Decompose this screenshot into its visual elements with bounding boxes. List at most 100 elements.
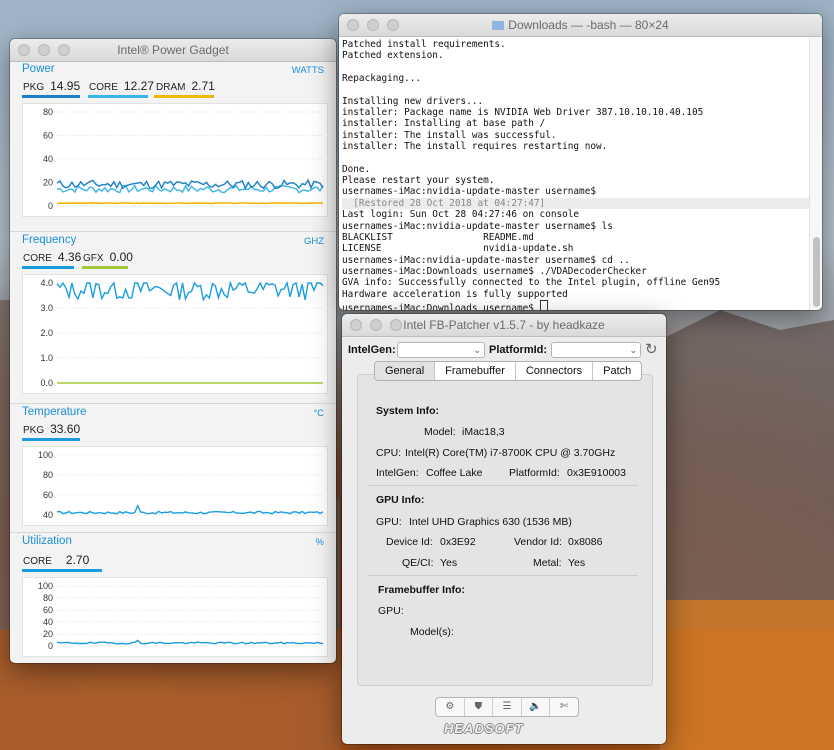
core-utilization-bar [22, 569, 102, 572]
tick-label: 60 [43, 490, 53, 500]
series-line [56, 280, 324, 302]
list-icon[interactable]: ☰ [493, 698, 522, 716]
pkg-power-bar [22, 95, 80, 98]
terminal-line: installer: Package name is NVIDIA Web Dr… [342, 107, 704, 119]
close-button[interactable] [350, 319, 362, 331]
platformid-info-value: 0x3E910003 [567, 467, 626, 479]
minimize-button[interactable] [367, 19, 379, 31]
window-title: Intel FB-Patcher v1.5.7 - by headkaze [403, 318, 605, 332]
general-panel: System Info: Model: iMac18,3 CPU: Intel(… [357, 374, 653, 686]
power-gadget-titlebar: Intel® Power Gadget [10, 39, 336, 62]
terminal-scrollbar[interactable] [809, 37, 822, 310]
metal-label: Metal: [533, 557, 562, 569]
qeci-label: QE/CI: [402, 557, 434, 569]
frequency-unit: GHZ [303, 236, 324, 247]
frequency-section: Frequency GHZ CORE 4.36 GFX 0.00 4.0 3.0 2.0… [10, 232, 336, 402]
tab-framebuffer[interactable]: Framebuffer [435, 362, 516, 380]
terminal-line: installer: Installing at base path / [342, 118, 546, 130]
frequency-graph: 4.0 3.0 2.0 1.0 0.0 [22, 274, 328, 394]
intelgen-info-label: IntelGen: [376, 467, 419, 479]
tab-connectors[interactable]: Connectors [516, 362, 594, 380]
terminal-line: usernames-iMac:nvidia-update-master user… [342, 254, 630, 266]
terminal-line: Hardware acceleration is fully supported [342, 288, 568, 300]
window-title: Intel® Power Gadget [117, 43, 229, 57]
intelgen-label: IntelGen: [348, 344, 396, 356]
refresh-icon[interactable]: ↻ [645, 340, 658, 358]
gpu-label: GPU: [376, 516, 402, 528]
terminal-line: LICENSE nvidia-update.sh [342, 243, 574, 255]
pkg-power-stat: PKG 14.95 [23, 79, 81, 93]
utilization-heading: Utilization [22, 535, 72, 547]
core-utilization-stat: CORE 2.70 [23, 553, 90, 567]
metal-value: Yes [568, 557, 586, 569]
system-info-heading: System Info: [376, 405, 440, 417]
vendor-id-label: Vendor Id: [514, 536, 562, 548]
platformid-select[interactable]: ⌄ [551, 342, 641, 358]
fb-patcher-window: Intel FB-Patcher v1.5.7 - by headkaze In… [342, 314, 666, 744]
terminal-line: usernames-iMac:nvidia-update-master user… [342, 186, 596, 198]
tick-label: 20 [43, 178, 53, 188]
tick-label: 1.0 [40, 353, 53, 363]
tick-label: 100 [38, 450, 53, 460]
cpu-label: CPU: [376, 447, 402, 459]
utilization-section: Utilization % CORE 2.70 100 80 60 40 20 0 [10, 533, 336, 663]
zoom-button[interactable] [387, 19, 399, 31]
terminal-window: Downloads — -bash — 80×24 Patched instal… [339, 14, 822, 310]
scrollbar-thumb[interactable] [813, 237, 820, 307]
speaker-icon[interactable]: 🔈 [522, 698, 551, 716]
gear-icon[interactable]: ⚙ [436, 698, 465, 716]
terminal-line: Installing new drivers... [342, 95, 484, 107]
power-section: Power WATTS PKG 14.95 CORE 12.27 DRAM 2.71 … [10, 61, 336, 231]
tick-label: 2.0 [40, 328, 53, 338]
temperature-section: Temperature °C PKG 33.60 100 80 60 40 [10, 404, 336, 534]
utilization-graph: 100 80 60 40 20 0 [22, 577, 328, 657]
power-graph: 80 60 40 20 0 [22, 103, 328, 217]
model-label: Model: [424, 426, 456, 438]
minimize-button[interactable] [370, 319, 382, 331]
gfx-frequency-bar [82, 266, 128, 269]
tick-label: 80 [43, 470, 53, 480]
fb-models-label: Model(s): [410, 626, 454, 638]
tick-label: 20 [43, 629, 53, 639]
tab-general[interactable]: General [375, 362, 436, 380]
tick-label: 40 [43, 617, 53, 627]
core-frequency-bar [22, 266, 74, 269]
zoom-button[interactable] [58, 44, 70, 56]
series-line [56, 504, 324, 515]
terminal-line: Repackaging... [342, 73, 422, 85]
terminal-line: Please restart your system. [342, 175, 495, 187]
fb-patcher-titlebar: Intel FB-Patcher v1.5.7 - by headkaze [342, 314, 666, 337]
intelgen-select[interactable]: ⌄ [397, 342, 485, 358]
tab-patch[interactable]: Patch [593, 362, 641, 380]
power-gadget-window: Intel® Power Gadget Power WATTS PKG 14.95… [10, 39, 336, 663]
terminal-line: GVA info: Successfully connected to the … [342, 277, 721, 289]
model-value: iMac18,3 [462, 426, 505, 438]
tick-label: 60 [43, 605, 53, 615]
close-button[interactable] [18, 44, 30, 56]
power-unit: WATTS [291, 65, 324, 76]
tools-icon[interactable]: ✄ [550, 698, 578, 716]
tick-label: 80 [43, 107, 53, 117]
minimize-button[interactable] [38, 44, 50, 56]
terminal-line: [Restored 28 Oct 2018 at 04:27:47] [342, 197, 809, 210]
dram-power-stat: DRAM 2.71 [156, 79, 215, 93]
terminal-line: installer: The install was successful. [342, 129, 557, 141]
tick-label: 0 [48, 641, 53, 651]
terminal-output[interactable]: Patched install requirements. Patched ext… [339, 37, 809, 310]
chevron-down-icon: ⌄ [629, 345, 637, 355]
bottom-toolbar: ⚙ ⛊ ☰ 🔈 ✄ [435, 697, 579, 717]
tick-label: 40 [43, 510, 53, 520]
vendor-id-value: 0x8086 [568, 536, 603, 548]
zoom-button[interactable] [390, 319, 402, 331]
tick-label: 0.0 [40, 378, 53, 388]
intelgen-info-value: Coffee Lake [426, 467, 483, 479]
terminal-line: Patched install requirements. [342, 39, 506, 50]
core-frequency-stat: CORE 4.36 [23, 250, 82, 264]
fb-gpu-label: GPU: [378, 605, 404, 617]
close-button[interactable] [347, 19, 359, 31]
series-line [56, 639, 324, 645]
platformid-info-label: PlatformId: [509, 467, 560, 479]
shield-icon[interactable]: ⛊ [465, 698, 494, 716]
